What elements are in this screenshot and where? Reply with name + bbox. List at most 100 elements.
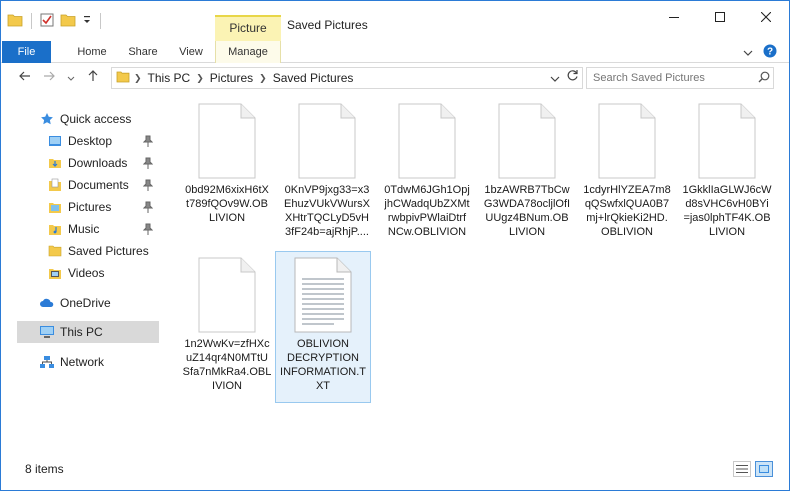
sidebar-item-documents[interactable]: Documents [47, 174, 159, 196]
file-name: 0TdwM6JGh1Opj jhCWadqUbZXMt rwbpivPWlaiD… [379, 183, 475, 239]
sidebar-item-desktop[interactable]: Desktop [47, 130, 159, 152]
pin-icon[interactable] [142, 135, 154, 150]
star-icon [39, 111, 55, 127]
file-name-line: 0TdwM6JGh1Opj [384, 184, 470, 196]
search-icon[interactable] [758, 71, 770, 86]
new-folder-icon[interactable] [60, 13, 76, 30]
sidebar-item-pictures[interactable]: Pictures [47, 196, 159, 218]
file-name-line: jhCWadqUbZXMt [384, 198, 470, 210]
status-bar: 8 items [1, 461, 789, 489]
file-item[interactable]: 1bzAWRB7TbCw G3WDA78ocljlOfI UUgz4BNum.O… [479, 103, 575, 239]
address-bar[interactable]: ❯ This PC ❯ Pictures ❯ Saved Pictures [111, 67, 583, 89]
blank-file-icon [598, 103, 656, 179]
computer-icon [39, 324, 55, 340]
expand-ribbon-chevron-icon[interactable] [743, 46, 753, 60]
sidebar-item-music[interactable]: Music [47, 218, 159, 240]
breadcrumb-chevron-icon[interactable]: ❯ [259, 73, 267, 84]
file-name-line: XT [315, 380, 331, 392]
sidebar-item-network[interactable]: Network [39, 351, 159, 373]
recent-locations-chevron-icon[interactable] [67, 71, 75, 85]
quick-access-toolbar [7, 12, 103, 30]
file-item[interactable]: 1cdyrHlYZEA7m8 qQSwfxlQUA0B7 mj+lrQkieKi… [579, 103, 675, 239]
file-name-line: 1GkklIaGLWJ6cW [682, 184, 772, 196]
sidebar-item-quick-access[interactable]: Quick access [39, 108, 159, 130]
tab-file[interactable]: File [2, 41, 51, 63]
file-item[interactable]: 1GkklIaGLWJ6cW d8sVHC6vH0BYi =jas0lphTF4… [679, 103, 775, 239]
explorer-window: Picture Tools Saved Pictures File Home S… [0, 0, 790, 491]
file-name: 1n2WwKv=zfHXc uZ14qr4N0MTtU Sfa7nMkRa4.O… [179, 337, 275, 393]
file-name-line: 3fF24b=ajRhjP.... [285, 226, 369, 238]
file-name-line: 0bd92M6xixH6tX [185, 184, 269, 196]
details-view-button[interactable] [733, 461, 751, 477]
address-folder-icon [116, 71, 130, 86]
breadcrumb-chevron-icon[interactable]: ❯ [134, 73, 142, 84]
pin-icon[interactable] [142, 223, 154, 238]
sidebar-item-saved-pictures[interactable]: Saved Pictures [47, 240, 159, 262]
item-count: 8 items [25, 462, 64, 476]
minimize-icon [669, 17, 679, 18]
forward-arrow-icon[interactable] [43, 70, 55, 85]
properties-check-icon[interactable] [40, 13, 54, 30]
sidebar-item-label: OneDrive [60, 296, 111, 310]
breadcrumb-this-pc[interactable]: This PC [148, 71, 191, 85]
customize-dropdown-icon[interactable] [82, 14, 92, 29]
toolbar-divider [31, 13, 32, 29]
file-name-line: LIVION [208, 212, 246, 224]
breadcrumb-pictures[interactable]: Pictures [210, 71, 253, 85]
minimize-button[interactable] [651, 1, 697, 33]
up-arrow-icon[interactable] [87, 70, 99, 85]
title-bar: Picture Tools Saved Pictures [1, 1, 789, 57]
file-name-line: INFORMATION.T [280, 366, 366, 378]
sidebar-item-label: Network [60, 355, 105, 369]
folder-icon[interactable] [7, 13, 23, 30]
address-row: ❯ This PC ❯ Pictures ❯ Saved Pictures [1, 64, 789, 92]
sidebar-item-downloads[interactable]: Downloads [47, 152, 159, 174]
help-icon[interactable]: ? [763, 44, 777, 61]
blank-file-icon [698, 103, 756, 179]
tab-share[interactable]: Share [119, 41, 167, 63]
blank-file-icon [198, 103, 256, 179]
svg-text:?: ? [767, 47, 773, 58]
file-item-selected[interactable]: OBLIVION DECRYPTION INFORMATION.T XT [275, 251, 371, 403]
search-input[interactable] [586, 67, 774, 89]
ribbon-right-controls: ? [743, 44, 777, 61]
documents-folder-icon [47, 177, 63, 193]
file-list: 0bd92M6xixH6tX t789fQOv9W.OB LIVION 0KnV… [169, 97, 779, 457]
sidebar-item-onedrive[interactable]: OneDrive [39, 292, 159, 314]
file-name-line: LIVION [508, 226, 546, 238]
sidebar-item-label: Videos [68, 266, 105, 280]
maximize-icon [715, 12, 725, 22]
large-icons-view-button[interactable] [755, 461, 773, 477]
window-title: Saved Pictures [287, 18, 368, 32]
file-item[interactable]: 0TdwM6JGh1Opj jhCWadqUbZXMt rwbpivPWlaiD… [379, 103, 475, 239]
file-name-line: mj+lrQkieKi2HD. [586, 212, 668, 224]
details-view-icon [736, 465, 748, 473]
tab-view[interactable]: View [169, 41, 213, 63]
sidebar-item-videos[interactable]: Videos [47, 262, 159, 284]
breadcrumb-chevron-icon[interactable]: ❯ [196, 73, 204, 84]
file-name: 0bd92M6xixH6tX t789fQOv9W.OB LIVION [179, 183, 275, 225]
pin-icon[interactable] [142, 179, 154, 194]
tab-home[interactable]: Home [67, 41, 117, 63]
tab-manage[interactable]: Manage [215, 41, 281, 63]
address-dropdown-icon[interactable] [550, 72, 560, 86]
file-name-line: 1n2WwKv=zfHXc [184, 338, 270, 350]
file-item[interactable]: 1n2WwKv=zfHXc uZ14qr4N0MTtU Sfa7nMkRa4.O… [179, 257, 275, 393]
file-item[interactable]: 0bd92M6xixH6tX t789fQOv9W.OB LIVION [179, 103, 275, 225]
sidebar-item-this-pc[interactable]: This PC [17, 321, 159, 343]
maximize-button[interactable] [697, 1, 743, 33]
onedrive-cloud-icon [39, 295, 55, 311]
blank-file-icon [498, 103, 556, 179]
pin-icon[interactable] [142, 157, 154, 172]
sidebar-item-label: Saved Pictures [68, 244, 149, 258]
back-arrow-icon[interactable] [19, 70, 31, 85]
pin-icon[interactable] [142, 201, 154, 216]
breadcrumb-saved-pictures[interactable]: Saved Pictures [273, 71, 354, 85]
refresh-icon[interactable] [566, 69, 579, 85]
sidebar-item-label: This PC [60, 325, 103, 339]
close-button[interactable] [743, 1, 789, 33]
file-name-line: qQSwfxlQUA0B7 [584, 198, 670, 210]
sidebar-item-label: Quick access [60, 112, 132, 126]
file-name-line: OBLIVION [297, 338, 349, 350]
file-item[interactable]: 0KnVP9jxg33=x3 EhuzVUkVWursX XHtrTQCLyD5… [279, 103, 375, 239]
